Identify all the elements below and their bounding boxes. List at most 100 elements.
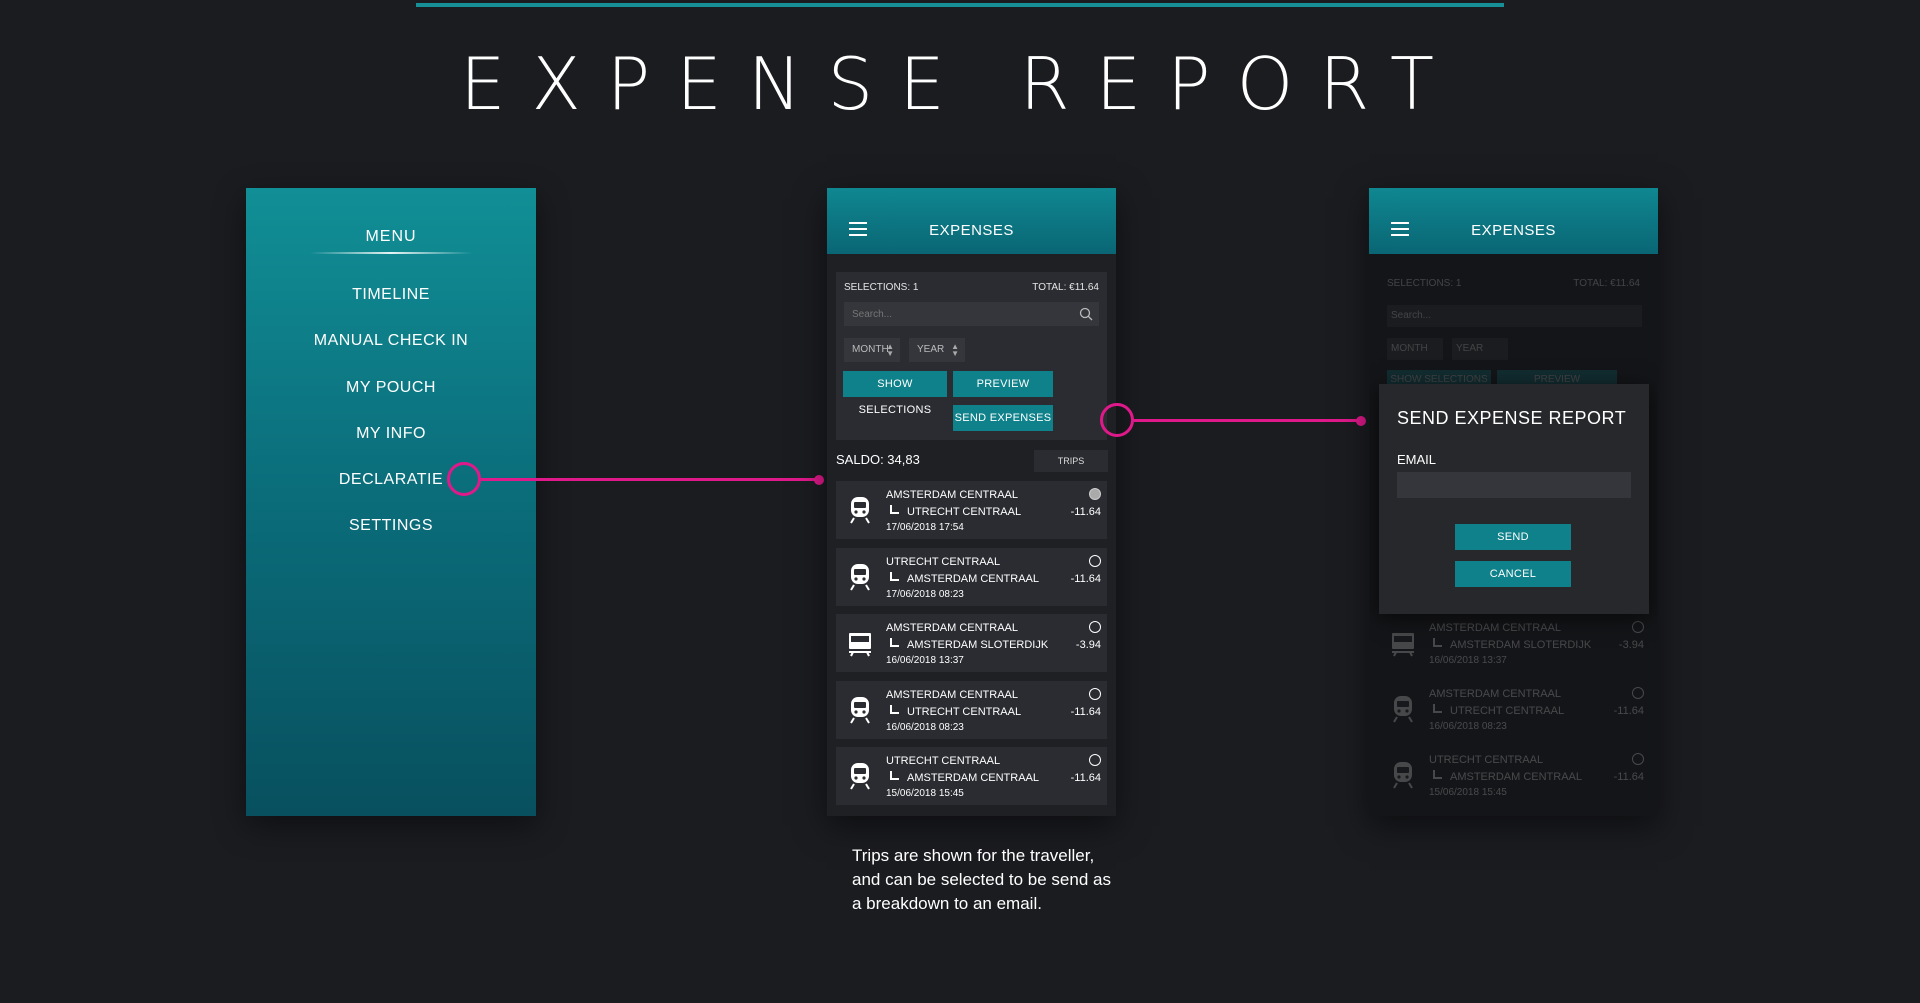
search-input[interactable] [844, 302, 1099, 326]
trip-row[interactable]: UTRECHT CENTRAAL AMSTERDAM CENTRAAL 17/06/… [836, 547, 1107, 606]
trip-amount: -11.64 [1070, 506, 1101, 518]
trip-select-radio[interactable] [1632, 687, 1644, 699]
preview-button[interactable]: PREVIEW [953, 371, 1053, 397]
trip-origin: AMSTERDAM CENTRAAL [1429, 622, 1562, 634]
menu-item-settings[interactable]: SETTINGS [246, 517, 536, 535]
callout-line-declaratie [481, 478, 819, 481]
route-corner-icon [890, 771, 899, 780]
trip-destination: AMSTERDAM CENTRAAL [1450, 771, 1583, 783]
menu-underline [310, 252, 472, 254]
route-corner-icon [890, 571, 899, 581]
show-selections-button[interactable]: SHOW SELECTIONS [843, 371, 947, 416]
trip-date: 16/06/2018 08:23 [1429, 721, 1507, 732]
trip-amount: -11.64 [1070, 772, 1101, 784]
trip-row[interactable]: AMSTERDAM CENTRAAL AMSTERDAM SLOTERDIJK 16… [1379, 614, 1650, 672]
trip-origin: AMSTERDAM CENTRAAL [886, 489, 1019, 501]
trip-origin: UTRECHT CENTRAAL [886, 755, 1001, 767]
trips-filter-label: TRIPS [1057, 456, 1085, 466]
trip-select-radio[interactable] [1089, 687, 1101, 700]
trip-date: 16/06/2018 08:23 [886, 721, 964, 733]
trip-origin: UTRECHT CENTRAAL [886, 555, 1001, 568]
menu-item-my-info[interactable]: MY INFO [246, 425, 536, 443]
year-label: YEAR [917, 344, 945, 355]
callout-dot-declaratie [814, 475, 824, 485]
sprinter-icon [848, 628, 872, 658]
email-label: EMAIL [1397, 452, 1437, 467]
menu-title: MENU [365, 228, 417, 245]
month-label: MONTH [852, 344, 889, 355]
train-icon [1391, 760, 1415, 790]
trip-origin: AMSTERDAM CENTRAAL [1429, 688, 1562, 700]
caption: Trips are shown for the traveller, and c… [852, 846, 1111, 913]
menu-panel: MENU TIMELINE MANUAL CHECK IN MY POUCH M… [246, 188, 536, 816]
trip-row[interactable]: UTRECHT CENTRAAL AMSTERDAM CENTRAAL 15/06/… [836, 747, 1107, 805]
trip-row[interactable]: AMSTERDAM CENTRAAL AMSTERDAM SLOTERDIJK 16… [836, 614, 1107, 672]
total-amount: TOTAL: €11.64 [1573, 278, 1640, 289]
send-expense-report-dialog: SEND EXPENSE REPORT EMAIL SEND CANCEL [1379, 384, 1649, 614]
send-report-header-title: EXPENSES [1471, 222, 1556, 239]
search-field: Search... [1387, 305, 1642, 327]
trip-select-radio[interactable] [1089, 488, 1101, 500]
route-corner-icon [1433, 770, 1442, 779]
menu-item-my-pouch[interactable]: MY POUCH [246, 379, 536, 397]
send-button[interactable]: SEND [1455, 524, 1571, 550]
send-expenses-button[interactable]: SEND EXPENSES [953, 405, 1053, 431]
train-icon [848, 695, 872, 725]
trip-row[interactable]: AMSTERDAM CENTRAAL UTRECHT CENTRAAL 16/06/… [1379, 680, 1650, 738]
trip-select-radio[interactable] [1632, 621, 1644, 633]
page-title: EXPENSE REPORT [459, 42, 1461, 126]
month-field: MONTH [1387, 338, 1443, 360]
year-label: YEAR [1456, 343, 1484, 354]
trip-row[interactable]: UTRECHT CENTRAAL AMSTERDAM CENTRAAL 15/06/… [1379, 746, 1650, 804]
selections-count: SELECTIONS: 1 [844, 282, 919, 293]
trip-amount: -11.64 [1613, 705, 1644, 717]
expenses-header: EXPENSES [827, 188, 1116, 254]
route-corner-icon [890, 505, 899, 514]
trip-select-radio[interactable] [1632, 753, 1644, 765]
selections-count: SELECTIONS: 1 [1387, 278, 1462, 289]
trip-select-radio[interactable] [1089, 754, 1101, 766]
trip-row[interactable]: AMSTERDAM CENTRAAL UTRECHT CENTRAAL 16/06/… [836, 680, 1107, 739]
trip-origin: UTRECHT CENTRAAL [1429, 754, 1544, 766]
route-corner-icon [890, 638, 899, 647]
trip-amount: -11.64 [1070, 572, 1101, 585]
callout-dot-send-expenses [1356, 416, 1366, 426]
year-select[interactable]: YEAR ▲ ▼ [909, 338, 965, 362]
trip-origin: AMSTERDAM CENTRAAL [886, 688, 1019, 701]
callout-line-send-expenses [1134, 419, 1357, 422]
search-placeholder: Search... [1391, 310, 1432, 321]
menu-item-manual-check-in[interactable]: MANUAL CHECK IN [246, 332, 536, 350]
month-select[interactable]: MONTH ▲ ▼ [844, 338, 900, 362]
trip-amount: -3.94 [1618, 639, 1644, 651]
send-report-header: EXPENSES [1369, 188, 1658, 254]
trip-select-radio[interactable] [1089, 554, 1101, 567]
train-icon [848, 761, 872, 791]
callout-ring-send-expenses [1100, 403, 1134, 437]
train-icon [848, 495, 872, 525]
trip-date: 16/06/2018 13:37 [1429, 655, 1507, 666]
sprinter-icon [1391, 628, 1415, 658]
expenses-title: EXPENSES [929, 222, 1014, 239]
trip-destination: UTRECHT CENTRAAL [1450, 705, 1565, 717]
search-icon[interactable] [1079, 307, 1093, 321]
dialog-title: SEND EXPENSE REPORT [1397, 408, 1627, 428]
trip-destination: UTRECHT CENTRAAL [907, 705, 1022, 718]
trip-row[interactable]: AMSTERDAM CENTRAAL UTRECHT CENTRAAL 17/06/… [836, 481, 1107, 539]
stepper-arrows-icon: ▲ ▼ [886, 342, 894, 358]
route-corner-icon [1433, 704, 1442, 713]
trip-select-radio[interactable] [1089, 621, 1101, 633]
email-field[interactable] [1397, 472, 1631, 498]
trip-destination: AMSTERDAM CENTRAAL [907, 572, 1040, 585]
train-icon [848, 562, 872, 592]
total-amount: TOTAL: €11.64 [1032, 282, 1099, 293]
trip-date: 15/06/2018 15:45 [886, 788, 964, 799]
top-rule [416, 3, 1504, 7]
trips-filter[interactable]: TRIPS [1034, 450, 1108, 472]
route-corner-icon [890, 704, 899, 714]
trip-amount: -11.64 [1613, 771, 1644, 783]
trip-date: 15/06/2018 15:45 [1429, 787, 1507, 798]
trip-amount: -11.64 [1070, 705, 1101, 718]
trip-destination: AMSTERDAM CENTRAAL [907, 772, 1040, 784]
menu-item-timeline[interactable]: TIMELINE [246, 286, 536, 304]
cancel-button[interactable]: CANCEL [1455, 561, 1571, 587]
